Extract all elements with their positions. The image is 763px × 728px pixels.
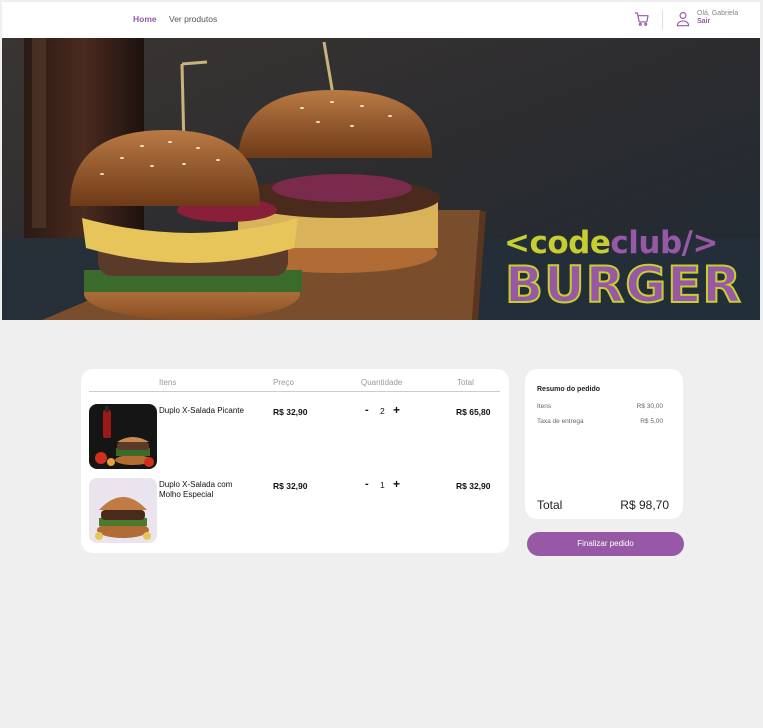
table-row: Duplo X-Salada com Molho Especial R$ 32,… xyxy=(81,477,509,544)
user-icon xyxy=(676,12,690,27)
hero-banner: <codeclub/> BURGER xyxy=(2,38,760,320)
col-header-price: Preço xyxy=(273,378,294,387)
product-name: Duplo X-Salada com Molho Especial xyxy=(159,480,233,499)
summary-delivery-label: Taxa de entrega xyxy=(537,418,584,425)
row-total: R$ 65,80 xyxy=(456,407,491,417)
nav-home-link[interactable]: Home xyxy=(133,14,157,24)
product-image xyxy=(89,478,157,543)
product-price: R$ 32,90 xyxy=(273,407,308,417)
summary-total-label: Total xyxy=(537,498,563,512)
brand-logo-line2: BURGER xyxy=(504,256,742,314)
cart-icon[interactable] xyxy=(634,11,650,27)
order-summary-card: Resumo do pedido Itens R$ 30,00 Taxa de … xyxy=(525,369,683,519)
header-divider-line xyxy=(89,391,500,392)
product-name: Duplo X-Salada Picante xyxy=(159,406,244,415)
quantity-value: 2 xyxy=(380,406,385,416)
top-navbar: Home Ver produtos Olá, Gabriela Sair xyxy=(2,2,760,38)
col-header-total: Total xyxy=(457,378,474,387)
quantity-value: 1 xyxy=(380,480,385,490)
col-header-quantity: Quantidade xyxy=(361,378,403,387)
summary-items-value: R$ 30,00 xyxy=(636,403,663,410)
decrease-quantity-button[interactable]: - xyxy=(365,478,369,490)
finish-order-button[interactable]: Finalizar pedido xyxy=(527,532,684,556)
product-price: R$ 32,90 xyxy=(273,481,308,491)
summary-total-value: R$ 98,70 xyxy=(620,498,669,512)
logout-link[interactable]: Sair xyxy=(697,18,710,25)
nav-products-link[interactable]: Ver produtos xyxy=(169,14,217,24)
increase-quantity-button[interactable]: + xyxy=(393,403,400,417)
user-greeting: Olá, Gabriela xyxy=(697,10,739,17)
page: Home Ver produtos Olá, Gabriela Sair <co… xyxy=(2,2,760,728)
brand-logo-line1: <codeclub/> xyxy=(504,228,718,259)
header-divider xyxy=(662,10,663,30)
summary-delivery-value: R$ 5,00 xyxy=(640,418,663,425)
decrease-quantity-button[interactable]: - xyxy=(365,404,369,416)
product-image xyxy=(89,404,157,469)
increase-quantity-button[interactable]: + xyxy=(393,477,400,491)
cart-table-card: Itens Preço Quantidade Total Duplo X-Sal… xyxy=(81,369,509,553)
col-header-items: Itens xyxy=(159,378,177,387)
table-row: Duplo X-Salada Picante R$ 32,90 - 2 + R$… xyxy=(81,403,509,470)
summary-title: Resumo do pedido xyxy=(537,386,600,393)
row-total: R$ 32,90 xyxy=(456,481,491,491)
summary-items-label: Itens xyxy=(537,403,552,410)
